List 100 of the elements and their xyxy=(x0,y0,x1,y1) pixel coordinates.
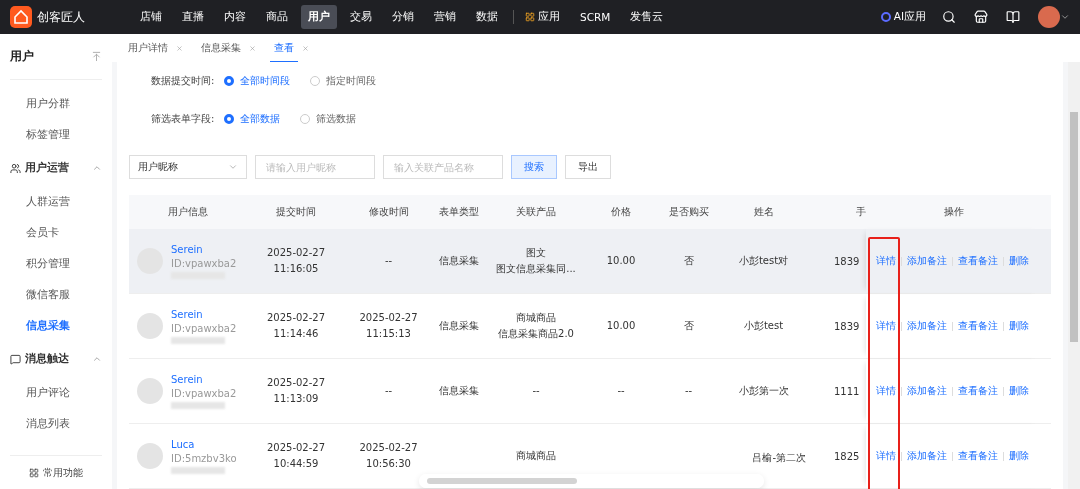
book-icon[interactable] xyxy=(1006,10,1020,24)
nav-tab[interactable]: 数据 xyxy=(469,5,505,29)
modify-time: 10:56:30 xyxy=(366,457,411,471)
modify-time: 11:15:13 xyxy=(366,327,411,341)
caret-icon[interactable] xyxy=(1060,12,1070,22)
purchased: -- xyxy=(684,384,693,398)
close-icon[interactable] xyxy=(302,44,309,52)
column-header: 操作 xyxy=(942,205,965,219)
page-tab[interactable]: 信息采集 xyxy=(197,33,245,63)
sidebar-item[interactable]: 人群运营 xyxy=(10,186,102,217)
nav-tab[interactable]: 用户 xyxy=(301,5,337,29)
radio-option[interactable]: 全部数据 xyxy=(224,111,281,126)
sidebar-item[interactable]: 微信客服 xyxy=(10,279,102,310)
form-type: 信息采集 xyxy=(438,384,479,398)
user-name-link[interactable]: Serein xyxy=(171,308,237,320)
submit-time: 2025-02-27 xyxy=(266,376,326,390)
radio-option[interactable]: 筛选数据 xyxy=(300,111,357,126)
user-id: ID:5mzbv3ko xyxy=(171,452,237,464)
common-functions-link[interactable]: 常用功能 xyxy=(10,455,102,489)
vertical-scrollbar[interactable] xyxy=(1068,62,1080,489)
radio-option[interactable]: 全部时间段 xyxy=(224,73,291,88)
action-link[interactable]: 删除 xyxy=(1009,254,1029,268)
modify-time: -- xyxy=(384,384,393,398)
pin-icon[interactable] xyxy=(91,51,102,62)
nav-tab[interactable]: 分销 xyxy=(385,5,421,29)
person-name: 小彭test对 xyxy=(738,254,789,268)
sidebar-item[interactable]: 标签管理 xyxy=(10,119,102,150)
sidebar-item[interactable]: 消息列表 xyxy=(10,408,102,439)
submit-time: 2025-02-27 xyxy=(266,311,326,325)
action-link[interactable]: 查看备注 xyxy=(958,254,998,268)
action-link[interactable]: 添加备注 xyxy=(907,319,947,333)
user-avatar[interactable] xyxy=(1038,6,1060,28)
search-icon[interactable] xyxy=(942,10,956,24)
person-name: 吕榆-第二次 xyxy=(752,451,806,465)
sidebar-item[interactable]: 会员卡 xyxy=(10,217,102,248)
action-link[interactable]: 删除 xyxy=(1009,384,1029,398)
chevron-up-icon[interactable] xyxy=(92,354,102,364)
sidebar-item[interactable]: 用户分群 xyxy=(10,88,102,119)
action-link[interactable]: 添加备注 xyxy=(907,449,947,463)
message-icon xyxy=(10,353,21,365)
export-button[interactable]: 导出 xyxy=(565,155,611,180)
column-header: 是否购买 xyxy=(667,205,710,219)
filter-label: 数据提交时间: xyxy=(151,73,215,88)
action-link[interactable]: 添加备注 xyxy=(907,384,947,398)
nav-tab[interactable]: 应用 xyxy=(518,5,567,29)
sidebar-group[interactable]: 用户运营 xyxy=(25,161,88,175)
nav-tab[interactable]: 直播 xyxy=(175,5,211,29)
column-header: 提交时间 xyxy=(275,205,317,219)
nav-tab[interactable]: 内容 xyxy=(217,5,253,29)
submit-time: 2025-02-27 xyxy=(266,441,326,455)
purchased: 否 xyxy=(683,254,694,268)
field-select[interactable]: 用户昵称 xyxy=(129,155,247,180)
action-link[interactable]: 详情 xyxy=(876,384,896,398)
action-link[interactable]: 详情 xyxy=(876,319,896,333)
phone-number: 1839 xyxy=(833,255,861,267)
action-link[interactable]: 查看备注 xyxy=(958,384,998,398)
person-name: 小彭test xyxy=(743,319,784,333)
nav-tab[interactable]: 店铺 xyxy=(133,5,169,29)
column-header: 表单类型 xyxy=(437,205,480,219)
close-icon[interactable] xyxy=(249,44,256,52)
nav-tab[interactable]: SCRM xyxy=(573,6,618,28)
nav-tab[interactable]: 商品 xyxy=(259,5,295,29)
brand-logo xyxy=(10,6,32,28)
product-name: 信息采集商品2.0 xyxy=(498,327,574,341)
user-id: ID:vpawxba2 xyxy=(171,322,237,334)
brand-name: 创客匠人 xyxy=(37,8,85,26)
nav-tab[interactable]: 交易 xyxy=(343,5,379,29)
submit-time: 11:14:46 xyxy=(273,327,319,341)
action-link[interactable]: 删除 xyxy=(1009,319,1029,333)
radio-option[interactable]: 指定时间段 xyxy=(310,73,377,88)
filter-label: 筛选表单字段: xyxy=(151,111,215,126)
column-header: 价格 xyxy=(610,205,632,219)
action-link[interactable]: 添加备注 xyxy=(907,254,947,268)
user-name-link[interactable]: Serein xyxy=(171,373,237,385)
sidebar-item[interactable]: 用户评论 xyxy=(10,377,102,408)
submit-time: 11:13:09 xyxy=(273,392,319,406)
sidebar-item[interactable]: 信息采集 xyxy=(10,310,102,341)
user-name-link[interactable]: Serein xyxy=(171,243,237,255)
page-tab[interactable]: 用户详情 xyxy=(124,33,172,63)
chevron-up-icon[interactable] xyxy=(92,163,102,173)
store-icon[interactable] xyxy=(974,10,988,24)
form-type: 信息采集 xyxy=(438,319,479,333)
action-link[interactable]: 删除 xyxy=(1009,449,1029,463)
horizontal-scrollbar[interactable] xyxy=(419,474,764,488)
sidebar-item[interactable]: 积分管理 xyxy=(10,248,102,279)
close-icon[interactable] xyxy=(176,44,183,52)
nav-tab[interactable]: 发售云 xyxy=(623,5,671,29)
price: -- xyxy=(617,384,625,398)
action-link[interactable]: 查看备注 xyxy=(958,449,998,463)
person-name: 小彭第一次 xyxy=(738,384,789,398)
action-link[interactable]: 详情 xyxy=(876,254,896,268)
column-header: 手 xyxy=(855,205,866,219)
search-button[interactable]: 搜索 xyxy=(511,155,557,180)
user-id: ID:vpawxba2 xyxy=(171,257,237,269)
nav-tab[interactable]: 营销 xyxy=(427,5,463,29)
ai-button[interactable]: AI应用 xyxy=(880,10,926,24)
action-link[interactable]: 查看备注 xyxy=(958,319,998,333)
action-link[interactable]: 详情 xyxy=(876,449,896,463)
sidebar-group[interactable]: 消息触达 xyxy=(25,352,88,366)
user-name-link[interactable]: Luca xyxy=(171,438,237,450)
